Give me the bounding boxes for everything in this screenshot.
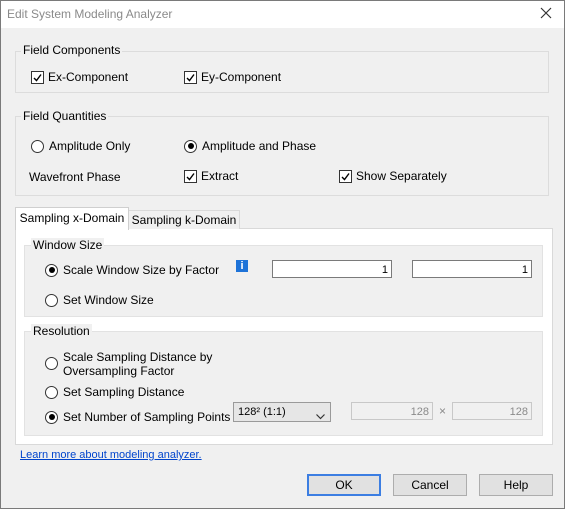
set-window-size-radio[interactable]: Set Window Size: [45, 293, 154, 307]
close-icon[interactable]: [538, 5, 554, 21]
window-size-title: Window Size: [31, 238, 105, 252]
amplitude-phase-radio[interactable]: Amplitude and Phase: [184, 139, 316, 153]
sampling-points-x-input[interactable]: 128: [351, 402, 433, 420]
extract-label: Extract: [201, 169, 239, 183]
sampling-points-label: Set Number of Sampling Points: [63, 410, 231, 424]
sampling-points-y-input[interactable]: 128: [452, 402, 532, 420]
sampling-distance-label: Set Sampling Distance: [63, 385, 185, 399]
ey-component-label: Ey-Component: [201, 70, 282, 84]
tab-sampling-x-domain[interactable]: Sampling x-Domain: [15, 207, 129, 230]
oversampling-label: Scale Sampling Distance by Oversampling …: [63, 350, 212, 378]
window-title: Edit System Modeling Analyzer: [7, 7, 173, 21]
window-factor-y-input[interactable]: 1: [412, 260, 532, 278]
window-factor-x-input[interactable]: 1: [272, 260, 392, 278]
dialog-window: Edit System Modeling Analyzer Field Comp…: [0, 0, 565, 509]
radio-circle: [45, 293, 58, 307]
learn-more-link[interactable]: Learn more about modeling analyzer.: [20, 449, 202, 461]
ex-component-label: Ex-Component: [48, 70, 129, 84]
field-components-title: Field Components: [21, 43, 123, 57]
sampling-distance-radio[interactable]: Set Sampling Distance: [45, 385, 184, 399]
show-separately-label: Show Separately: [356, 169, 447, 183]
radio-circle: [45, 410, 58, 424]
sampling-points-selected: 128² (1:1): [238, 406, 286, 418]
oversampling-label-line1: Scale Sampling Distance by: [63, 350, 213, 364]
amplitude-only-label: Amplitude Only: [49, 139, 131, 153]
scale-window-size-radio[interactable]: Scale Window Size by Factor: [45, 263, 219, 277]
tab-label: Sampling x-Domain: [19, 211, 125, 225]
info-icon[interactable]: i: [236, 260, 248, 272]
checkbox-box: [184, 169, 197, 183]
scale-window-size-label: Scale Window Size by Factor: [63, 263, 220, 277]
sampling-points-dropdown[interactable]: 128² (1:1): [233, 402, 331, 422]
oversampling-radio[interactable]: Scale Sampling Distance by Oversampling …: [45, 350, 212, 378]
checkbox-box: [184, 70, 197, 84]
radio-circle: [184, 139, 197, 153]
checkbox-box: [339, 169, 352, 183]
radio-circle: [45, 385, 58, 399]
ok-button[interactable]: OK: [307, 474, 381, 496]
field-quantities-title: Field Quantities: [21, 109, 109, 123]
tab-label: Sampling k-Domain: [131, 213, 237, 227]
checkbox-box: [31, 70, 44, 84]
set-window-size-label: Set Window Size: [63, 293, 154, 307]
ey-component-checkbox[interactable]: Ey-Component: [184, 70, 281, 84]
help-button[interactable]: Help: [479, 474, 553, 496]
tab-sampling-k-domain[interactable]: Sampling k-Domain: [128, 210, 240, 229]
times-symbol: ×: [439, 404, 447, 418]
show-separately-checkbox[interactable]: Show Separately: [339, 169, 447, 183]
field-quantities-group: [15, 116, 549, 196]
oversampling-label-line2: Oversampling Factor: [63, 364, 175, 378]
amplitude-only-radio[interactable]: Amplitude Only: [31, 139, 130, 153]
amplitude-phase-label: Amplitude and Phase: [202, 139, 317, 153]
resolution-title: Resolution: [31, 324, 92, 338]
wavefront-phase-label: Wavefront Phase: [29, 170, 121, 184]
ex-component-checkbox[interactable]: Ex-Component: [31, 70, 128, 84]
extract-checkbox[interactable]: Extract: [184, 169, 238, 183]
sampling-points-radio[interactable]: Set Number of Sampling Points: [45, 410, 230, 424]
chevron-down-icon: [316, 408, 325, 426]
radio-circle: [31, 139, 44, 153]
radio-circle: [45, 357, 58, 370]
radio-circle: [45, 263, 58, 277]
title-bar: Edit System Modeling Analyzer: [1, 1, 564, 28]
cancel-button[interactable]: Cancel: [393, 474, 467, 496]
